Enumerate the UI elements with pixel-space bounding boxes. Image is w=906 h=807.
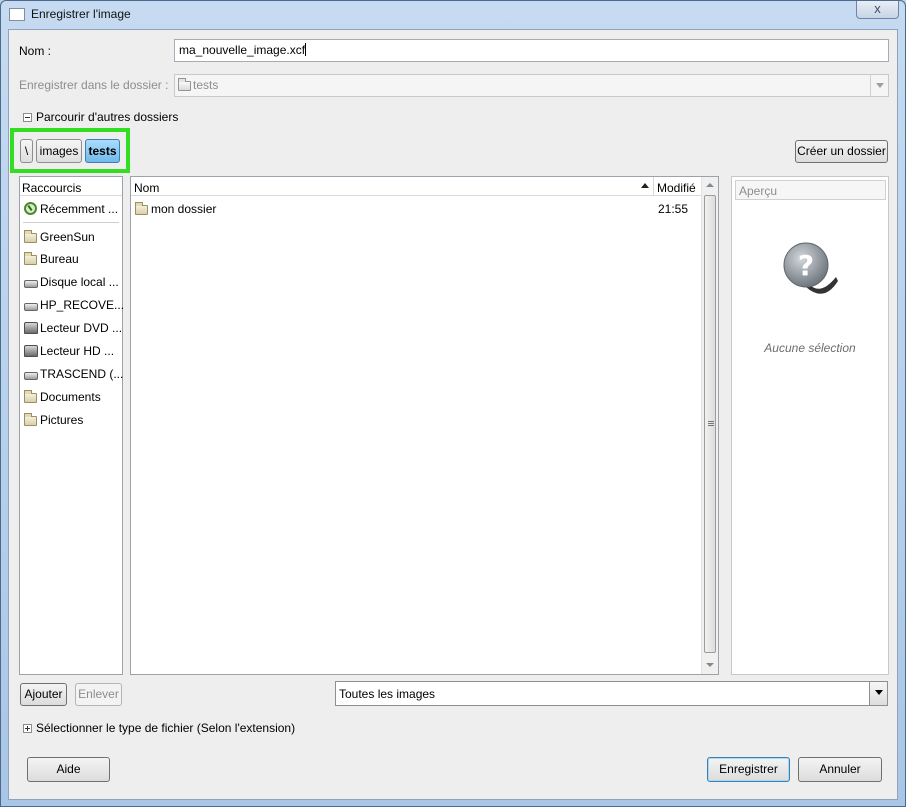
- path-button-tests[interactable]: tests: [85, 139, 120, 163]
- header-divider: [20, 195, 122, 196]
- scroll-up-icon[interactable]: [706, 183, 714, 187]
- header-divider: [131, 195, 701, 196]
- place-item-trascend[interactable]: TRASCEND (...: [20, 363, 124, 386]
- vertical-scrollbar[interactable]: [701, 177, 718, 674]
- file-name: mon dossier: [151, 202, 217, 216]
- folder-icon: [24, 390, 37, 403]
- place-item-hd[interactable]: Lecteur HD ...: [20, 340, 122, 363]
- text-caret: [305, 43, 307, 56]
- dvd-drive-icon: [24, 322, 38, 334]
- place-item-documents[interactable]: Documents: [20, 386, 122, 409]
- folder-icon: [24, 413, 37, 426]
- preview-title: Aperçu: [735, 180, 886, 200]
- title-bar[interactable]: Enregistrer l'image x: [1, 1, 905, 29]
- folder-icon: [178, 78, 191, 91]
- browse-folders-expander[interactable]: Parcourir d'autres dossiers: [23, 110, 178, 124]
- filename-input[interactable]: ma_nouvelle_image.xcf: [174, 39, 889, 62]
- save-in-folder-label: Enregistrer dans le dossier :: [19, 78, 169, 92]
- place-label: Disque local ...: [40, 275, 119, 289]
- place-label: TRASCEND (...: [40, 367, 124, 381]
- places-panel: Raccourcis Récemment ... GreenSun Bureau…: [19, 176, 125, 675]
- close-button[interactable]: x: [856, 1, 899, 19]
- folder-icon: [24, 230, 37, 243]
- file-filter-combo[interactable]: Toutes les images: [335, 681, 888, 706]
- help-button[interactable]: Aide: [27, 757, 110, 782]
- save-button[interactable]: Enregistrer: [707, 757, 790, 782]
- path-button-images[interactable]: images: [36, 139, 82, 163]
- preview-panel: Aperçu ? Aucune sélection: [731, 176, 889, 675]
- place-item-hp-recovery[interactable]: HP_RECOVE...: [20, 294, 125, 317]
- add-bookmark-button[interactable]: Ajouter: [20, 683, 67, 706]
- place-label: Documents: [40, 390, 101, 404]
- place-item-bureau[interactable]: Bureau: [20, 248, 122, 271]
- places-header: Raccourcis: [22, 181, 82, 195]
- drive-icon: [24, 280, 38, 288]
- no-selection-text: Aucune sélection: [764, 341, 856, 355]
- scroll-down-icon[interactable]: [706, 663, 714, 667]
- column-header-modified[interactable]: Modifié: [657, 181, 696, 195]
- file-row[interactable]: mon dossier 21:55: [131, 198, 701, 221]
- place-item-greensun[interactable]: GreenSun: [20, 226, 122, 249]
- places-separator: [23, 222, 119, 223]
- place-item-disque-local[interactable]: Disque local ...: [20, 271, 122, 294]
- save-in-folder-value: tests: [193, 78, 219, 92]
- save-in-folder-combo[interactable]: tests: [174, 74, 889, 97]
- place-label: Récemment ...: [40, 202, 119, 216]
- svg-text:?: ?: [798, 249, 814, 282]
- cancel-button[interactable]: Annuler: [798, 757, 882, 782]
- chevron-down-icon[interactable]: [869, 682, 887, 705]
- hd-drive-icon: [24, 345, 38, 357]
- window-icon: [9, 8, 25, 21]
- place-item-dvd[interactable]: Lecteur DVD ...: [20, 317, 122, 340]
- name-label: Nom :: [19, 44, 52, 58]
- collapse-icon: [23, 113, 32, 122]
- column-divider: [653, 177, 654, 195]
- remove-bookmark-button[interactable]: Enlever: [75, 683, 122, 706]
- place-label: Lecteur HD ...: [40, 344, 115, 358]
- expand-icon: [23, 724, 32, 733]
- save-image-dialog: Enregistrer l'image x Nom : ma_nouvelle_…: [0, 0, 906, 807]
- no-preview-icon: ?: [783, 242, 838, 294]
- dialog-body: Nom : ma_nouvelle_image.xcf Enregistrer …: [8, 29, 898, 800]
- browse-folders-label: Parcourir d'autres dossiers: [36, 110, 179, 124]
- filetype-expander[interactable]: Sélectionner le type de fichier (Selon l…: [23, 721, 295, 735]
- path-button-root[interactable]: \: [20, 139, 33, 163]
- place-item-pictures[interactable]: Pictures: [20, 409, 122, 432]
- window-title: Enregistrer l'image: [31, 7, 131, 21]
- folder-icon: [24, 252, 37, 265]
- place-label: GreenSun: [40, 230, 95, 244]
- filename-value: ma_nouvelle_image.xcf: [179, 43, 306, 57]
- file-filter-value: Toutes les images: [339, 687, 436, 701]
- place-label: HP_RECOVE...: [40, 298, 125, 312]
- file-modified: 21:55: [658, 202, 689, 216]
- place-label: Lecteur DVD ...: [40, 321, 123, 335]
- recent-icon: [24, 202, 37, 215]
- file-list-panel: Nom Modifié mon dossier 21:55: [130, 176, 719, 675]
- place-item-recent[interactable]: Récemment ...: [20, 198, 122, 221]
- scrollbar-thumb[interactable]: [704, 195, 716, 653]
- filetype-label: Sélectionner le type de fichier (Selon l…: [36, 721, 296, 735]
- place-label: Pictures: [40, 413, 84, 427]
- sort-ascending-icon: [641, 183, 649, 188]
- chevron-down-icon[interactable]: [870, 75, 888, 96]
- place-label: Bureau: [40, 252, 79, 266]
- folder-icon: [135, 202, 148, 215]
- drive-icon: [24, 303, 38, 311]
- usb-drive-icon: [24, 372, 38, 380]
- column-header-name[interactable]: Nom: [134, 181, 159, 195]
- grip-icon: [708, 421, 714, 422]
- create-folder-button[interactable]: Créer un dossier: [795, 140, 888, 163]
